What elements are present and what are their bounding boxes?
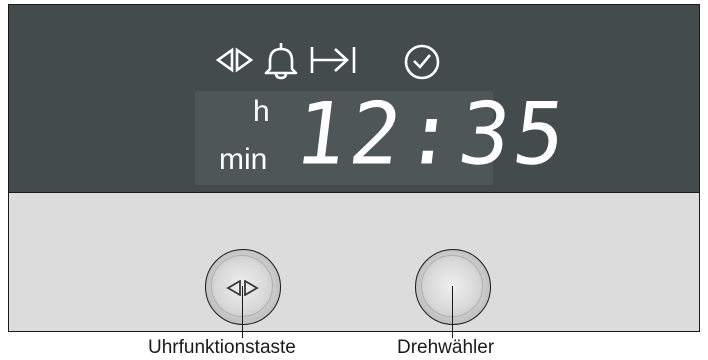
bell-icon: [264, 43, 298, 80]
control-area: [9, 193, 699, 331]
clock-function-button[interactable]: [205, 249, 281, 325]
appliance-control-panel: h min 12:35: [8, 4, 700, 332]
rotary-selector-label: Drehwähler: [397, 337, 495, 358]
minute-unit-label: min: [219, 143, 268, 176]
clock-function-arrows-icon: [215, 47, 254, 73]
time-readout: 12:35: [289, 83, 575, 184]
display-area: h min 12:35: [9, 5, 699, 193]
rotary-selector[interactable]: [415, 249, 491, 325]
leader-line-left: [242, 286, 243, 338]
clock-icon: [404, 44, 440, 80]
end-time-icon: [310, 47, 356, 73]
hour-unit-label: h: [253, 95, 270, 128]
leader-line-right: [452, 286, 453, 338]
clock-function-button-label: Uhrfunktionstaste: [148, 337, 296, 358]
arrows-left-right-icon: [226, 280, 259, 296]
